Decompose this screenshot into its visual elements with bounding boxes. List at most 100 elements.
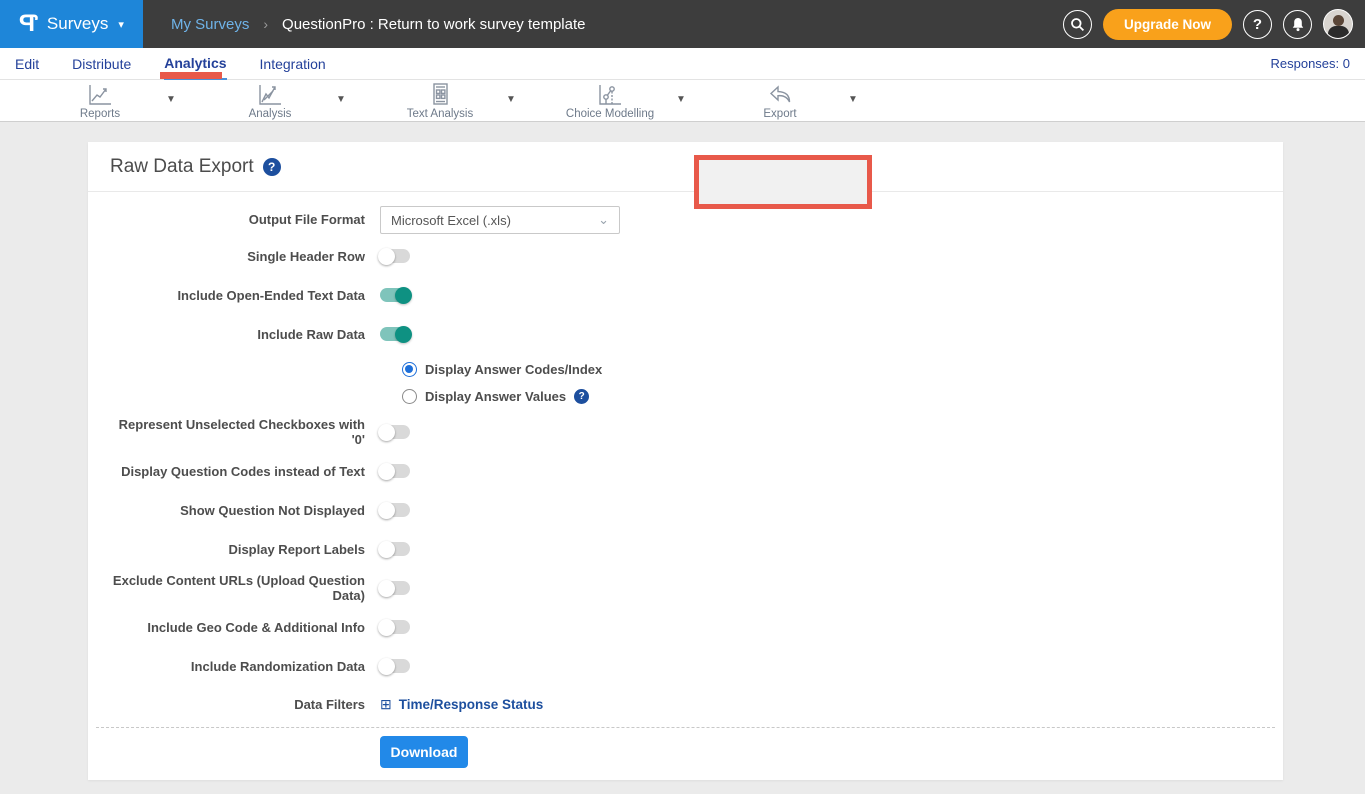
toggle-label: Represent Unselected Checkboxes with '0' bbox=[110, 417, 365, 447]
choice-modelling-icon bbox=[597, 83, 623, 107]
toolbar-export-caret[interactable]: ▼ bbox=[848, 94, 858, 105]
geo-code-toggle[interactable] bbox=[380, 620, 410, 634]
answer-values-radio[interactable] bbox=[402, 389, 417, 404]
download-button[interactable]: Download bbox=[380, 736, 468, 768]
topbar-actions: Upgrade Now ? bbox=[1063, 0, 1353, 48]
randomization-toggle[interactable] bbox=[380, 659, 410, 673]
row-geo-code: Include Geo Code & Additional Info bbox=[110, 617, 410, 637]
question-not-displayed-toggle[interactable] bbox=[380, 503, 410, 517]
toolbar-choice-modelling-caret[interactable]: ▼ bbox=[676, 94, 686, 105]
row-raw-data: Include Raw Data bbox=[110, 324, 410, 344]
row-single-header: Single Header Row bbox=[110, 246, 410, 266]
toggle-label: Include Randomization Data bbox=[110, 659, 365, 674]
answer-codes-label: Display Answer Codes/Index bbox=[425, 362, 602, 377]
row-question-codes: Display Question Codes instead of Text bbox=[110, 461, 410, 481]
tab-distribute[interactable]: Distribute bbox=[72, 48, 131, 80]
question-mark-icon: ? bbox=[1253, 16, 1262, 33]
toolbar-export[interactable]: Export bbox=[725, 83, 835, 120]
caret-down-icon: ▼ bbox=[848, 94, 858, 105]
output-format-select[interactable]: Microsoft Excel (.xls) ⌄ bbox=[380, 206, 620, 234]
toggle-label: Show Question Not Displayed bbox=[110, 503, 365, 518]
surveys-menu-label: Surveys bbox=[47, 14, 108, 34]
row-exclude-content-urls: Exclude Content URLs (Upload Question Da… bbox=[110, 578, 410, 598]
toolbar-text-analysis[interactable]: Text Analysis bbox=[385, 83, 495, 120]
answer-values-label: Display Answer Values bbox=[425, 389, 566, 404]
page-title: QuestionPro : Return to work survey temp… bbox=[282, 16, 585, 33]
report-labels-toggle[interactable] bbox=[380, 542, 410, 556]
toggle-label: Include Raw Data bbox=[110, 327, 365, 342]
avatar-silhouette bbox=[1333, 15, 1344, 26]
toolbar-reports-caret[interactable]: ▼ bbox=[166, 94, 176, 105]
toolbar-choice-modelling-label: Choice Modelling bbox=[555, 108, 665, 120]
chevron-down-icon: ▾ bbox=[118, 18, 124, 31]
tab-edit[interactable]: Edit bbox=[15, 48, 39, 80]
breadcrumb: My Surveys › QuestionPro : Return to wor… bbox=[171, 16, 586, 33]
user-avatar[interactable] bbox=[1323, 9, 1353, 39]
panel-title: Raw Data Export bbox=[110, 156, 254, 178]
plus-square-icon: ⊞ bbox=[380, 696, 392, 713]
help-icon[interactable]: ? bbox=[263, 158, 281, 176]
caret-down-icon: ▼ bbox=[166, 94, 176, 105]
unselected-checkboxes-toggle[interactable] bbox=[380, 425, 410, 439]
include-open-ended-toggle[interactable] bbox=[380, 288, 410, 302]
toggle-label: Single Header Row bbox=[110, 249, 365, 264]
toolbar-reports[interactable]: Reports bbox=[45, 83, 155, 120]
radio-answer-codes-row: Display Answer Codes/Index bbox=[402, 359, 602, 379]
annotation-underline-analytics bbox=[160, 72, 222, 79]
analytics-toolbar: Reports ▼ Analysis ▼ Text Analysis ▼ Cho… bbox=[0, 80, 1365, 122]
output-format-label: Output File Format bbox=[110, 206, 365, 234]
radio-answer-values-row: Display Answer Values ? bbox=[402, 386, 589, 406]
help-icon[interactable]: ? bbox=[574, 389, 589, 404]
toolbar-export-label: Export bbox=[725, 108, 835, 120]
toggle-label: Display Question Codes instead of Text bbox=[110, 464, 365, 479]
time-response-status-label: Time/Response Status bbox=[399, 697, 544, 712]
time-response-status-link[interactable]: ⊞ Time/Response Status bbox=[380, 696, 543, 713]
annotation-box-export bbox=[694, 155, 872, 209]
raw-data-export-panel: Raw Data Export ? Output File Format Mic… bbox=[88, 142, 1283, 780]
toggle-label: Include Geo Code & Additional Info bbox=[110, 620, 365, 635]
surveys-menu[interactable]: Ƥ Surveys ▾ bbox=[0, 0, 143, 48]
search-button[interactable] bbox=[1063, 10, 1092, 39]
exclude-content-urls-toggle[interactable] bbox=[380, 581, 410, 595]
export-arrow-icon bbox=[766, 83, 794, 107]
dashed-divider bbox=[96, 727, 1275, 728]
breadcrumb-separator-icon: › bbox=[263, 16, 268, 32]
question-codes-toggle[interactable] bbox=[380, 464, 410, 478]
help-button[interactable]: ? bbox=[1243, 10, 1272, 39]
responses-count: Responses: 0 bbox=[1271, 56, 1351, 71]
top-bar: Ƥ Surveys ▾ My Surveys › QuestionPro : R… bbox=[0, 0, 1365, 48]
row-question-not-displayed: Show Question Not Displayed bbox=[110, 500, 410, 520]
toolbar-reports-label: Reports bbox=[45, 108, 155, 120]
row-data-filters: Data Filters ⊞ Time/Response Status bbox=[110, 694, 543, 714]
toggle-label: Exclude Content URLs (Upload Question Da… bbox=[110, 573, 365, 603]
breadcrumb-my-surveys[interactable]: My Surveys bbox=[171, 16, 249, 33]
row-report-labels: Display Report Labels bbox=[110, 539, 410, 559]
toggle-label: Display Report Labels bbox=[110, 542, 365, 557]
answer-codes-radio[interactable] bbox=[402, 362, 417, 377]
bell-icon bbox=[1291, 17, 1305, 32]
panel-header: Raw Data Export ? bbox=[88, 142, 1283, 192]
row-randomization: Include Randomization Data bbox=[110, 656, 410, 676]
caret-down-icon: ▼ bbox=[506, 94, 516, 105]
single-header-row-toggle[interactable] bbox=[380, 249, 410, 263]
row-output-format: Output File Format Microsoft Excel (.xls… bbox=[110, 206, 620, 234]
toolbar-text-analysis-label: Text Analysis bbox=[385, 108, 495, 120]
toolbar-analysis-label: Analysis bbox=[215, 108, 325, 120]
reports-chart-icon bbox=[87, 83, 113, 107]
include-raw-data-toggle[interactable] bbox=[380, 327, 410, 341]
toolbar-text-analysis-caret[interactable]: ▼ bbox=[506, 94, 516, 105]
upgrade-now-button[interactable]: Upgrade Now bbox=[1103, 9, 1232, 40]
row-open-ended: Include Open-Ended Text Data bbox=[110, 285, 410, 305]
search-icon bbox=[1070, 17, 1085, 32]
tab-integration[interactable]: Integration bbox=[260, 48, 326, 80]
text-analysis-icon bbox=[427, 83, 453, 107]
toolbar-choice-modelling[interactable]: Choice Modelling bbox=[555, 83, 665, 120]
row-unselected-checkboxes: Represent Unselected Checkboxes with '0' bbox=[110, 422, 410, 442]
notifications-button[interactable] bbox=[1283, 10, 1312, 39]
toggle-label: Include Open-Ended Text Data bbox=[110, 288, 365, 303]
output-format-value: Microsoft Excel (.xls) bbox=[391, 213, 511, 228]
toolbar-analysis-caret[interactable]: ▼ bbox=[336, 94, 346, 105]
toolbar-analysis[interactable]: Analysis bbox=[215, 83, 325, 120]
chevron-down-icon: ⌄ bbox=[598, 212, 609, 228]
caret-down-icon: ▼ bbox=[336, 94, 346, 105]
